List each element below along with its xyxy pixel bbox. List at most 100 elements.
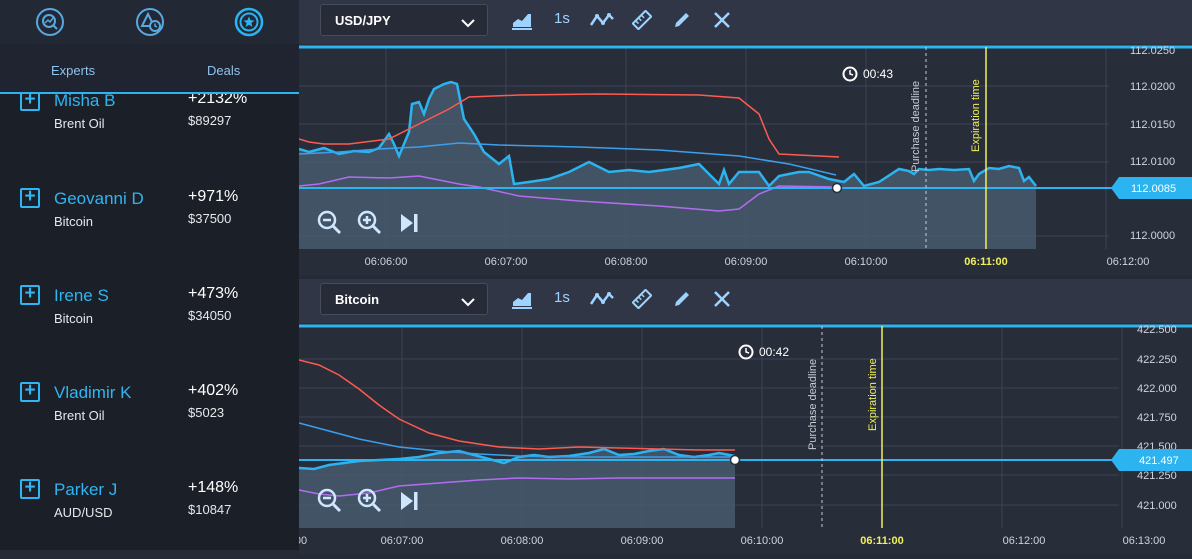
x-tick-label: 06:07:00 <box>485 256 528 268</box>
expert-profit-amount: $89297 <box>188 113 232 128</box>
x-tick-label: 06:12:00 <box>1107 256 1150 268</box>
price-chart[interactable]: Purchase deadline Expiration time 00:42 … <box>295 323 1192 554</box>
expert-name[interactable]: Geovanni D <box>54 189 144 209</box>
list-item: + Geovanni D Bitcoin +971% $37500 <box>0 156 299 249</box>
y-tick-label: 112.0250 <box>1130 45 1175 57</box>
clock-icon <box>842 66 858 82</box>
price-chart-svg: Purchase deadline Expiration time 00:43 … <box>298 45 1192 268</box>
pencil-icon[interactable] <box>672 10 692 35</box>
y-tick-label: 422.500 <box>1137 324 1177 336</box>
asset-select[interactable]: Bitcoin <box>320 283 488 315</box>
price-chart[interactable]: Purchase deadline Expiration time 00:43 … <box>298 44 1192 275</box>
chart-search-icon[interactable] <box>34 6 66 38</box>
expert-name[interactable]: Misha B <box>54 94 115 111</box>
y-tick-label: 421.750 <box>1137 412 1177 424</box>
x-tick-label: 06:09:00 <box>725 256 768 268</box>
x-tick-label: 06:08:00 <box>605 256 648 268</box>
interval-button[interactable]: 1s <box>554 289 570 306</box>
expert-asset: Brent Oil <box>54 408 105 423</box>
y-axis: 112.0250 112.0200 112.0150 112.0100 112.… <box>1130 45 1175 242</box>
add-expert-button[interactable]: + <box>20 381 40 402</box>
tab-experts[interactable]: Experts <box>51 63 95 78</box>
current-price-dot <box>831 182 843 194</box>
countdown-timer: 00:42 <box>759 345 789 359</box>
expiration-time-label: Expiration time <box>970 79 982 152</box>
x-tick-label: 06:13:00 <box>1123 535 1166 547</box>
chart-panel-bitcoin: Bitcoin 1s Purchase deadline Expiration … <box>295 279 1192 554</box>
skip-to-end-icon[interactable] <box>397 209 425 237</box>
add-expert-button[interactable]: + <box>20 187 40 208</box>
add-expert-button[interactable]: + <box>20 284 40 305</box>
current-price-value: 421.497 <box>1139 455 1179 467</box>
expert-profit-percent: +2132% <box>188 94 248 107</box>
y-tick-label: 112.0200 <box>1130 81 1175 93</box>
list-item: + Irene S Bitcoin +473% $34050 <box>0 253 299 346</box>
y-axis: 422.500 422.250 422.000 421.750 421.500 … <box>1137 324 1177 512</box>
countdown-timer: 00:43 <box>863 67 893 81</box>
current-price-value: 112.0085 <box>1131 183 1176 195</box>
zoom-in-icon[interactable] <box>356 209 384 237</box>
star-badge-icon[interactable] <box>233 6 265 38</box>
expert-name[interactable]: Parker J <box>54 480 117 500</box>
expert-name[interactable]: Vladimir K <box>54 383 131 403</box>
indicators-icon[interactable] <box>589 10 615 35</box>
asset-select-value: Bitcoin <box>335 292 380 307</box>
zoom-out-icon[interactable] <box>316 487 344 515</box>
indicators-icon[interactable] <box>589 289 615 314</box>
chevron-down-icon <box>461 294 475 312</box>
current-price-dot <box>729 454 741 466</box>
expert-asset: Bitcoin <box>54 311 94 326</box>
x-tick-label: 00 <box>299 535 307 547</box>
expert-profit-percent: +473% <box>188 285 239 302</box>
sidebar-icon-bar <box>0 0 299 44</box>
chevron-down-icon <box>461 15 475 33</box>
upper-band-line <box>298 359 735 451</box>
add-expert-button[interactable]: + <box>20 478 40 499</box>
zoom-in-icon[interactable] <box>356 487 384 515</box>
purchase-deadline-label: Purchase deadline <box>910 81 922 172</box>
price-chart-svg: Purchase deadline Expiration time 00:42 … <box>295 324 1192 547</box>
add-expert-button[interactable]: + <box>20 94 40 111</box>
x-tick-label: 06:06:00 <box>365 256 408 268</box>
asset-select-value: USD/JPY <box>335 13 391 28</box>
x-tick-label: 06:07:00 <box>381 535 424 547</box>
expert-profit-amount: $34050 <box>188 308 232 323</box>
close-icon[interactable] <box>712 10 732 35</box>
x-axis: 00 06:07:00 06:08:00 06:09:00 06:10:00 0… <box>295 535 1166 547</box>
close-icon[interactable] <box>712 289 732 314</box>
skip-to-end-icon[interactable] <box>397 487 425 515</box>
pencil-icon[interactable] <box>672 289 692 314</box>
x-tick-label: 06:09:00 <box>621 535 664 547</box>
expert-asset: Brent Oil <box>54 116 105 131</box>
y-tick-label: 112.0100 <box>1130 156 1175 168</box>
list-item: + Vladimir K Brent Oil +402% $5023 <box>0 350 299 443</box>
x-tick-label: 06:08:00 <box>501 535 544 547</box>
expert-list: + Misha B Brent Oil +2132% $89297 + Geov… <box>0 94 299 550</box>
x-axis: 06:06:00 06:07:00 06:08:00 06:09:00 06:1… <box>365 256 1150 268</box>
x-tick-label: 06:10:00 <box>845 256 888 268</box>
expert-profit-amount: $10847 <box>188 502 232 517</box>
interval-button[interactable]: 1s <box>554 10 570 27</box>
expert-name[interactable]: Irene S <box>54 286 109 306</box>
ruler-icon[interactable] <box>631 9 653 35</box>
area-chart-icon[interactable] <box>512 10 532 35</box>
expert-profit-amount: $37500 <box>188 211 232 226</box>
tab-deals[interactable]: Deals <box>207 63 240 78</box>
triangle-clock-icon[interactable] <box>134 6 166 38</box>
purchase-deadline-label: Purchase deadline <box>807 359 819 450</box>
asset-select[interactable]: USD/JPY <box>320 4 488 36</box>
expiration-tick-label: 06:11:00 <box>964 256 1007 268</box>
list-item: + Parker J AUD/USD +148% $10847 <box>0 447 299 540</box>
y-tick-label: 112.0000 <box>1130 230 1175 242</box>
ruler-icon[interactable] <box>631 288 653 314</box>
clock-icon <box>738 344 754 360</box>
y-tick-label: 421.250 <box>1137 470 1177 482</box>
y-tick-label: 112.0150 <box>1130 119 1175 131</box>
zoom-out-icon[interactable] <box>316 209 344 237</box>
expert-asset: Bitcoin <box>54 214 94 229</box>
area-chart-icon[interactable] <box>512 289 532 314</box>
sidebar-tabs: Experts Deals <box>0 44 299 94</box>
y-tick-label: 421.000 <box>1137 500 1177 512</box>
y-tick-label: 422.000 <box>1137 383 1177 395</box>
y-tick-label: 422.250 <box>1137 354 1177 366</box>
